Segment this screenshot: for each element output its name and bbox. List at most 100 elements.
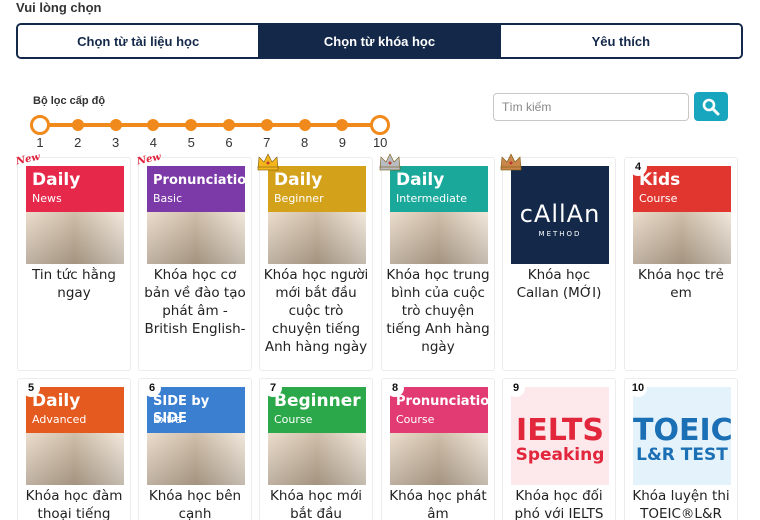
tab-favorites[interactable]: Yêu thích xyxy=(499,25,741,57)
level-number: 6 xyxy=(225,135,233,150)
level-slider[interactable]: 1 2 3 4 5 6 7 8 9 10 xyxy=(28,113,400,153)
thumb-title: Daily xyxy=(396,170,445,190)
level-dot[interactable] xyxy=(109,119,122,131)
course-title: Khóa học Callan (MỚI) xyxy=(516,267,602,301)
level-number: 10 xyxy=(372,135,388,150)
course-thumbnail[interactable]: Pronunciation Course xyxy=(390,387,488,485)
course-title: Khóa học cơ bản về đào tạo phát âm - Bri… xyxy=(144,267,246,337)
thumb-photo xyxy=(26,433,124,485)
course-thumbnail[interactable]: cAllAn METHOD xyxy=(511,166,609,264)
level-number: 4 xyxy=(149,135,157,150)
thumb-subtitle: Beginner xyxy=(274,192,324,205)
course-thumbnail[interactable]: Kids Course xyxy=(633,166,731,264)
course-card[interactable]: 4 Kids Course Khóa học trẻ em xyxy=(624,157,738,371)
page-title: Vui lòng chọn xyxy=(16,0,102,15)
course-thumbnail[interactable]: Daily Beginner xyxy=(268,166,366,264)
thumb-photo xyxy=(633,212,731,264)
thumb-subtitle: L&R TEST xyxy=(636,445,728,465)
thumb-title: Beginner xyxy=(274,391,361,411)
thumb-photo xyxy=(147,433,245,485)
level-dot[interactable] xyxy=(260,119,273,131)
search-input[interactable] xyxy=(493,93,689,121)
course-title: Khóa học phát âm xyxy=(389,488,487,520)
thumb-title: TOEIC® xyxy=(633,413,731,448)
thumb-subtitle: Intermediate xyxy=(396,192,467,205)
rank-badge: 6 xyxy=(143,379,161,397)
course-title: Tin tức hằng ngay xyxy=(32,267,116,301)
rank-badge: 7 xyxy=(264,379,282,397)
thumb-subtitle: Course xyxy=(639,192,678,205)
level-dot[interactable] xyxy=(71,119,84,131)
course-title: Khóa học đối phó với IELTS xyxy=(514,488,604,520)
course-title: Khóa luyện thi TOEIC®L&R xyxy=(632,488,730,520)
course-card[interactable]: Daily Intermediate Khóa học trung bình c… xyxy=(379,153,495,371)
level-number: 1 xyxy=(36,135,44,150)
tab-bar: Chọn từ tài liệu học Chọn từ khóa học Yê… xyxy=(16,23,743,59)
thumb-title: Daily xyxy=(32,170,81,190)
level-dot[interactable] xyxy=(147,119,160,131)
course-card[interactable]: cAllAn METHOD Khóa học Callan (MỚI) xyxy=(500,153,616,371)
course-title: Khóa học người mới bắt đầu cuộc trò chuy… xyxy=(263,267,369,355)
course-title: Khóa học bên cạnh xyxy=(148,488,242,520)
thumb-subtitle: Speaking xyxy=(515,445,605,465)
level-min-handle[interactable] xyxy=(30,115,50,135)
thumb-subtitle: Advanced xyxy=(32,413,87,426)
thumb-photo xyxy=(147,212,245,264)
level-number: 2 xyxy=(74,135,82,150)
course-thumbnail[interactable]: Beginner Course xyxy=(268,387,366,485)
bronze-crown-icon xyxy=(500,153,522,171)
course-thumbnail[interactable]: SIDE by SIDE Extra xyxy=(147,387,245,485)
level-number: 8 xyxy=(300,135,309,150)
rank-badge: 5 xyxy=(22,379,40,397)
tab-courses[interactable]: Chọn từ khóa học xyxy=(258,25,500,57)
thumb-subtitle: Extra xyxy=(153,413,183,426)
level-slider-track[interactable] xyxy=(40,123,380,127)
level-dot[interactable] xyxy=(223,119,235,131)
course-thumbnail[interactable]: Daily Intermediate xyxy=(390,166,488,264)
rank-badge: 9 xyxy=(507,379,525,397)
search-icon xyxy=(702,98,720,115)
level-number: 3 xyxy=(111,135,120,150)
thumb-title: Pronunciation xyxy=(396,394,488,409)
course-thumbnail[interactable]: TOEIC® L&R TEST xyxy=(633,387,731,485)
silver-crown-icon xyxy=(379,153,401,171)
course-card[interactable]: 10 TOEIC® L&R TEST Khóa luyện thi TOEIC®… xyxy=(624,378,738,520)
rank-badge: 8 xyxy=(386,379,404,397)
thumb-title: IELTS xyxy=(516,413,604,448)
thumb-subtitle: Basic xyxy=(153,192,183,205)
course-title: Khóa học đàm thoại tiếng xyxy=(25,488,123,520)
level-dot[interactable] xyxy=(185,119,198,131)
level-max-handle[interactable] xyxy=(370,115,391,135)
course-thumbnail[interactable]: IELTS Speaking xyxy=(511,387,609,485)
thumb-title: Kids xyxy=(639,170,681,190)
course-card[interactable]: 7 Beginner Course Khóa học mới bắt đầu xyxy=(259,378,373,520)
thumb-subtitle: News xyxy=(32,192,62,205)
level-dot[interactable] xyxy=(298,119,311,131)
thumb-subtitle: METHOD xyxy=(538,230,582,238)
course-thumbnail[interactable]: Daily Advanced xyxy=(26,387,124,485)
thumb-photo xyxy=(268,212,366,264)
course-card[interactable]: Daily Beginner Khóa học người mới bắt đầ… xyxy=(257,153,373,371)
rank-badge: 4 xyxy=(629,158,647,176)
course-card[interactable]: 6 SIDE by SIDE Extra Khóa học bên cạnh xyxy=(138,378,252,520)
thumb-photo xyxy=(268,433,366,485)
level-number: 9 xyxy=(338,135,346,150)
tab-materials[interactable]: Chọn từ tài liệu học xyxy=(18,25,259,57)
course-title: Khóa học trẻ em xyxy=(638,267,724,301)
level-dot[interactable] xyxy=(336,119,349,131)
course-card[interactable]: New Daily News Tin tức hằng ngay xyxy=(15,152,131,371)
course-thumbnail[interactable]: Pronunciation Basic xyxy=(147,166,245,264)
level-number: 7 xyxy=(263,135,271,150)
rank-badge: 10 xyxy=(629,379,647,397)
thumb-subtitle: Course xyxy=(274,413,313,426)
course-card[interactable]: 9 IELTS Speaking Khóa học đối phó với IE… xyxy=(502,378,616,520)
course-card[interactable]: 8 Pronunciation Course Khóa học phát âm xyxy=(381,378,495,520)
thumb-title: Daily xyxy=(274,170,323,190)
search-button[interactable] xyxy=(694,92,728,121)
thumb-photo xyxy=(390,212,488,264)
thumb-photo xyxy=(26,212,124,264)
course-thumbnail[interactable]: Daily News xyxy=(26,166,124,264)
gold-crown-icon xyxy=(257,153,279,171)
course-card[interactable]: New Pronunciation Basic Khóa học cơ bản … xyxy=(136,152,252,371)
course-card[interactable]: 5 Daily Advanced Khóa học đàm thoại tiến… xyxy=(17,378,131,520)
